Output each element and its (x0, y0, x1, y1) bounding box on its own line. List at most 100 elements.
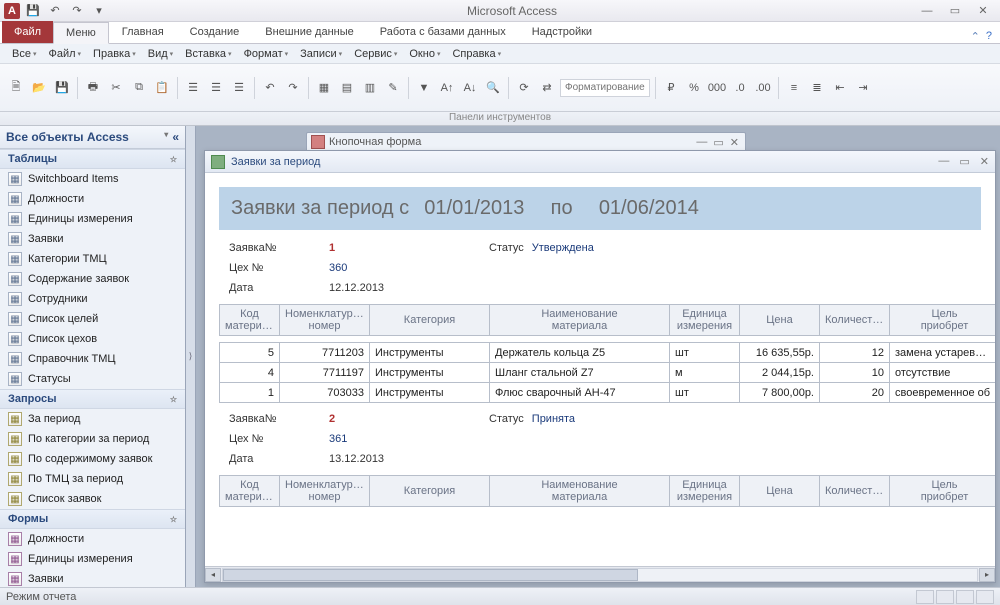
report-body[interactable]: Заявки за период с 01/01/2013 по 01/06/2… (205, 173, 995, 566)
nav-group-header[interactable]: Таблицы☆ (0, 149, 185, 169)
align-right-icon[interactable]: ☰ (229, 78, 249, 98)
nav-item[interactable]: ▦Единицы измерения (0, 209, 185, 229)
nav-item[interactable]: ▦Единицы измерения (0, 549, 185, 569)
restore-icon[interactable]: ▭ (959, 155, 969, 168)
copy-icon[interactable]: ⧉ (129, 78, 149, 98)
menu-item[interactable]: Окно▾ (403, 46, 446, 62)
menu-item[interactable]: Правка▾ (87, 46, 142, 62)
nav-item[interactable]: ▦Заявки (0, 229, 185, 249)
nav-item[interactable]: ▦За период (0, 409, 185, 429)
cut-icon[interactable]: ✂ (106, 78, 126, 98)
nav-item[interactable]: ▦Сотрудники (0, 289, 185, 309)
menu-item[interactable]: Формат▾ (238, 46, 295, 62)
qat-more-icon[interactable]: ▾ (90, 2, 108, 20)
save-icon[interactable]: 💾 (24, 2, 42, 20)
numbered-icon[interactable]: ≣ (807, 78, 827, 98)
minimize-icon[interactable]: — (916, 3, 938, 19)
menu-item[interactable]: Записи▾ (294, 46, 348, 62)
menu-item[interactable]: Вид▾ (142, 46, 179, 62)
restore-icon[interactable]: ▭ (713, 136, 723, 149)
report-icon[interactable]: ▥ (360, 78, 380, 98)
comma-icon[interactable]: 000 (707, 78, 727, 98)
menu-item[interactable]: Вставка▾ (179, 46, 237, 62)
filter-icon[interactable]: ▼ (414, 78, 434, 98)
help-icon[interactable]: ? (986, 30, 992, 43)
nav-item[interactable]: ▦Статусы (0, 369, 185, 389)
redo-icon[interactable]: ↷ (283, 78, 303, 98)
ribbon-tab[interactable]: Надстройки (519, 21, 605, 43)
menu-item[interactable]: Все▾ (6, 46, 42, 62)
dec-inc-icon[interactable]: .0 (730, 78, 750, 98)
close-icon[interactable]: ✕ (730, 136, 739, 149)
relationships-icon[interactable]: ⇄ (537, 78, 557, 98)
minimize-icon[interactable]: — (696, 136, 707, 149)
nav-item[interactable]: ▦Список целей (0, 309, 185, 329)
design-icon[interactable]: ✎ (383, 78, 403, 98)
nav-item[interactable]: ▦По категории за период (0, 429, 185, 449)
nav-item[interactable]: ▦Должности (0, 189, 185, 209)
form-icon[interactable]: ▤ (337, 78, 357, 98)
restore-icon[interactable]: ▭ (944, 3, 966, 19)
sort-desc-icon[interactable]: A↓ (460, 78, 480, 98)
percent-icon[interactable]: % (684, 78, 704, 98)
view-design-icon[interactable] (976, 590, 994, 604)
nav-item[interactable]: ▦Заявки (0, 569, 185, 587)
file-tab[interactable]: Файл (2, 21, 53, 43)
undo-icon[interactable]: ↶ (46, 2, 64, 20)
paste-icon[interactable]: 📋 (152, 78, 172, 98)
nav-item[interactable]: ▦Категории ТМЦ (0, 249, 185, 269)
horizontal-scrollbar[interactable]: ◂ ▸ (205, 566, 995, 582)
align-left-icon[interactable]: ☰ (183, 78, 203, 98)
menu-item[interactable]: Файл▾ (42, 46, 87, 62)
nav-item[interactable]: ▦Switchboard Items (0, 169, 185, 189)
ribbon-tab[interactable]: Работа с базами данных (367, 21, 519, 43)
ribbon-tab[interactable]: Меню (53, 22, 109, 44)
open-icon[interactable]: 📂 (29, 78, 49, 98)
ribbon-tab[interactable]: Внешние данные (252, 21, 366, 43)
scroll-right-icon[interactable]: ▸ (979, 568, 995, 582)
ribbon-minimize-icon[interactable]: ⌃ (971, 30, 980, 43)
nav-item[interactable]: ▦Должности (0, 529, 185, 549)
undo-icon[interactable]: ↶ (260, 78, 280, 98)
scroll-track[interactable] (222, 568, 978, 582)
save-icon[interactable]: 💾 (52, 78, 72, 98)
indent-dec-icon[interactable]: ⇤ (830, 78, 850, 98)
nav-group-header[interactable]: Запросы☆ (0, 389, 185, 409)
scroll-thumb[interactable] (223, 569, 638, 581)
nav-item[interactable]: ▦По ТМЦ за период (0, 469, 185, 489)
table-icon[interactable]: ▦ (314, 78, 334, 98)
dec-dec-icon[interactable]: .00 (753, 78, 773, 98)
refresh-icon[interactable]: ⟳ (514, 78, 534, 98)
bullets-icon[interactable]: ≡ (784, 78, 804, 98)
redo-icon[interactable]: ↷ (68, 2, 86, 20)
view-layout-icon[interactable] (956, 590, 974, 604)
currency-icon[interactable]: ₽ (661, 78, 681, 98)
find-icon[interactable]: 🔍 (483, 78, 503, 98)
report-titlebar[interactable]: Заявки за период — ▭ ✕ (205, 151, 995, 173)
nav-item[interactable]: ▦Содержание заявок (0, 269, 185, 289)
view-report-icon[interactable] (916, 590, 934, 604)
format-combo[interactable] (560, 79, 650, 97)
nav-header[interactable]: Все объекты Access ▾« (0, 126, 185, 149)
new-icon[interactable]: 🗎 (6, 78, 26, 98)
ribbon-tab[interactable]: Главная (109, 21, 177, 43)
menu-item[interactable]: Справка▾ (446, 46, 507, 62)
indent-inc-icon[interactable]: ⇥ (853, 78, 873, 98)
view-print-icon[interactable] (936, 590, 954, 604)
sort-asc-icon[interactable]: A↑ (437, 78, 457, 98)
background-window[interactable]: Кнопочная форма — ▭ ✕ (306, 132, 746, 152)
menu-item[interactable]: Сервис▾ (348, 46, 403, 62)
nav-item[interactable]: ▦По содержимому заявок (0, 449, 185, 469)
close-icon[interactable]: ✕ (980, 155, 989, 168)
align-center-icon[interactable]: ☰ (206, 78, 226, 98)
nav-search-icon[interactable]: ▾« (164, 130, 179, 144)
nav-item[interactable]: ▦Список цехов (0, 329, 185, 349)
scroll-left-icon[interactable]: ◂ (205, 568, 221, 582)
nav-item[interactable]: ▦Список заявок (0, 489, 185, 509)
print-icon[interactable]: 🖶 (83, 78, 103, 98)
minimize-icon[interactable]: — (938, 155, 949, 168)
close-icon[interactable]: ✕ (972, 3, 994, 19)
nav-collapse-handle[interactable]: ⟩ (186, 126, 196, 587)
ribbon-tab[interactable]: Создание (177, 21, 253, 43)
nav-group-header[interactable]: Формы☆ (0, 509, 185, 529)
